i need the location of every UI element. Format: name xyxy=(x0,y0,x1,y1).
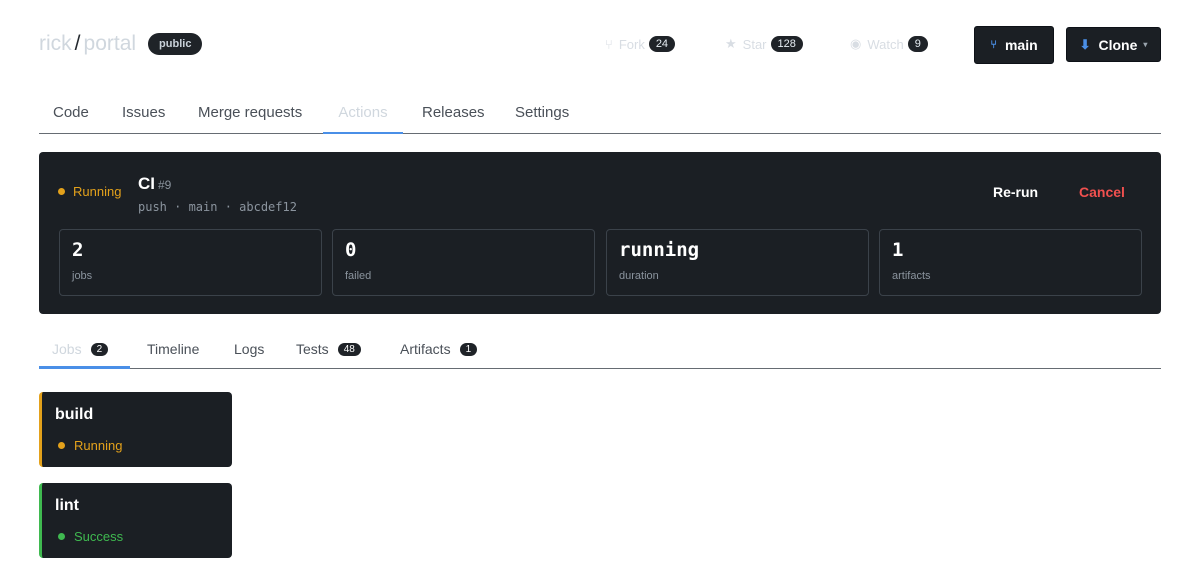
watch-label: Watch xyxy=(867,36,904,52)
visibility-badge: public xyxy=(148,33,203,55)
tab-code[interactable]: Code xyxy=(53,104,89,121)
tab-actions[interactable]: Actions xyxy=(323,104,403,134)
run-summary-card: Running CI #9 push · main · abcdef12 Re-r… xyxy=(39,152,1161,314)
fork-label: Fork xyxy=(618,36,645,52)
run-status-label: Running xyxy=(73,184,122,199)
job-status: Running xyxy=(58,438,122,453)
job-name: lint xyxy=(55,497,79,514)
watch-button[interactable]: ◉ Watch 9 xyxy=(850,36,928,52)
star-label: Star xyxy=(742,36,767,52)
clone-label: Clone xyxy=(1098,36,1138,53)
subtab-logs[interactable]: Logs xyxy=(234,341,264,357)
download-icon: ⬇ xyxy=(1079,36,1091,52)
fork-icon: ⑂ xyxy=(605,36,613,52)
subtab-jobs-label: Jobs xyxy=(52,341,82,357)
subtab-timeline-label: Timeline xyxy=(147,341,200,357)
run-meta: push · main · abcdef12 xyxy=(138,200,297,214)
branch-selector-button[interactable]: ⑂ main xyxy=(974,26,1054,64)
chevron-down-icon: ▾ xyxy=(1143,40,1148,49)
stat-value: 2 xyxy=(72,239,84,261)
repo-title: rick / portal public xyxy=(39,32,203,56)
clone-button[interactable]: ⬇ Clone ▾ xyxy=(1066,27,1161,62)
subtab-jobs-count: 2 xyxy=(90,342,109,356)
run-subtabs: Jobs 2 Timeline Logs Tests 48 Artifacts … xyxy=(39,338,1161,369)
run-status: Running xyxy=(58,184,121,199)
tab-issues[interactable]: Issues xyxy=(122,104,165,121)
running-status-dot-icon xyxy=(58,442,65,449)
job-status-label: Success xyxy=(74,529,124,544)
star-button[interactable]: ★ Star 128 xyxy=(725,36,803,52)
cancel-button[interactable]: Cancel xyxy=(1079,184,1125,200)
stat-label: duration xyxy=(619,270,659,282)
stat-duration: running duration xyxy=(606,229,869,296)
repo-name-link[interactable]: portal xyxy=(84,32,137,56)
success-status-dot-icon xyxy=(58,533,65,540)
job-name: build xyxy=(55,406,94,423)
stat-value: running xyxy=(619,239,700,261)
fork-count: 24 xyxy=(648,36,676,52)
job-card-lint[interactable]: lint Success xyxy=(39,483,232,558)
active-subtab-indicator xyxy=(39,366,130,369)
star-count: 128 xyxy=(770,36,803,52)
subtab-tests[interactable]: Tests 48 xyxy=(296,341,361,357)
job-status-label: Running xyxy=(74,438,123,453)
run-title: CI #9 xyxy=(138,174,171,194)
repo-separator: / xyxy=(74,32,81,55)
rerun-button[interactable]: Re-run xyxy=(993,184,1038,200)
workflow-name: CI xyxy=(138,174,155,193)
tab-merge-requests[interactable]: Merge requests xyxy=(198,104,302,121)
watch-count: 9 xyxy=(907,36,928,52)
tab-settings[interactable]: Settings xyxy=(515,104,569,121)
stat-failed: 0 failed xyxy=(332,229,595,296)
stat-value: 1 xyxy=(892,239,904,261)
subtab-timeline[interactable]: Timeline xyxy=(147,341,199,357)
run-number: #9 xyxy=(158,178,172,192)
job-card-build[interactable]: build Running xyxy=(39,392,232,467)
eye-icon: ◉ xyxy=(850,36,862,51)
stat-label: failed xyxy=(345,270,372,282)
stat-value: 0 xyxy=(345,239,357,261)
fork-button[interactable]: ⑂ Fork 24 xyxy=(605,36,676,52)
repo-tabs: Code Issues Merge requests Actions Relea… xyxy=(39,104,1161,134)
branch-icon: ⑂ xyxy=(990,39,997,51)
subtab-jobs[interactable]: Jobs 2 xyxy=(52,341,109,357)
stat-jobs: 2 jobs xyxy=(59,229,322,296)
stat-label: artifacts xyxy=(892,270,931,282)
subtab-tests-count: 48 xyxy=(337,342,361,356)
tab-releases[interactable]: Releases xyxy=(422,104,485,121)
subtab-artifacts-label: Artifacts xyxy=(400,341,451,357)
subtab-artifacts[interactable]: Artifacts 1 xyxy=(400,341,478,357)
stat-label: jobs xyxy=(72,270,93,282)
job-status: Success xyxy=(58,529,123,544)
subtab-tests-label: Tests xyxy=(296,341,329,357)
stat-artifacts: 1 artifacts xyxy=(879,229,1142,296)
subtab-artifacts-count: 1 xyxy=(459,342,478,356)
running-status-dot-icon xyxy=(58,188,65,195)
subtab-logs-label: Logs xyxy=(234,341,265,357)
star-icon: ★ xyxy=(725,36,737,51)
branch-label: main xyxy=(1004,37,1038,53)
repo-owner-link[interactable]: rick xyxy=(39,32,72,56)
